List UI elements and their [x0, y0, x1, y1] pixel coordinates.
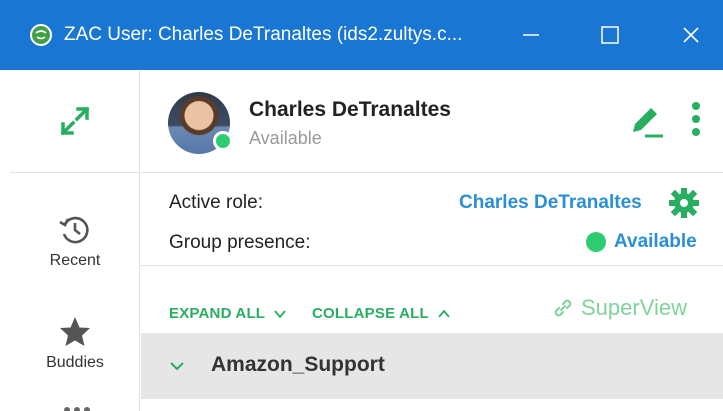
rail-item-recent[interactable]: Recent: [10, 212, 140, 270]
active-role-label: Active role:: [169, 192, 263, 213]
list-area: [141, 399, 723, 411]
superview-label: SuperView: [581, 295, 687, 320]
chevron-down-icon: [274, 309, 286, 318]
group-row[interactable]: Amazon_Support: [141, 333, 723, 399]
expand-view-button[interactable]: [10, 70, 140, 173]
expand-all-label: EXPAND ALL: [169, 305, 266, 322]
history-clock-icon: [59, 216, 89, 244]
gear-icon[interactable]: [667, 186, 701, 220]
rail-item-buddies[interactable]: Buddies: [10, 314, 140, 372]
role-section: Active role: Charles DeTranaltes Group p…: [141, 174, 723, 266]
close-icon: [683, 27, 699, 43]
more-dots-icon[interactable]: [62, 406, 92, 411]
collapse-all-button[interactable]: COLLAPSE ALL: [312, 305, 451, 322]
close-button[interactable]: [667, 14, 715, 56]
list-controls: EXPAND ALL COLLAPSE ALL SuperView: [141, 267, 723, 332]
profile-status: Available: [249, 128, 322, 148]
window-edge: [0, 70, 10, 411]
active-role-link[interactable]: Charles DeTranaltes: [459, 192, 642, 214]
group-presence-label: Group presence:: [169, 232, 311, 253]
group-name: Amazon_Support: [211, 353, 385, 376]
presence-dot: [586, 232, 606, 252]
star-icon: [60, 317, 90, 346]
rail-item-label: Recent: [49, 252, 101, 269]
left-rail: Recent Buddies: [10, 70, 140, 411]
minimize-icon: [523, 34, 539, 36]
chevron-up-icon: [438, 309, 450, 318]
collapse-all-label: COLLAPSE ALL: [312, 305, 429, 322]
rail-item-label: Buddies: [46, 354, 104, 371]
window-title: ZAC User: Charles DeTranaltes (ids2.zult…: [64, 24, 463, 45]
zac-logo-icon[interactable]: [30, 24, 52, 46]
link-icon: [554, 299, 572, 317]
profile-header: Charles DeTranaltes Available: [141, 70, 723, 173]
expand-all-button[interactable]: EXPAND ALL: [169, 305, 287, 322]
title-bar: ZAC User: Charles DeTranaltes (ids2.zult…: [0, 0, 723, 70]
expand-arrows-icon: [60, 106, 90, 136]
status-indicator: [213, 131, 233, 151]
vertical-dots-icon[interactable]: [681, 98, 711, 140]
minimize-button[interactable]: [507, 14, 555, 56]
maximize-icon: [601, 26, 619, 44]
group-presence-value[interactable]: Available: [614, 231, 697, 253]
profile-name: Charles DeTranaltes: [249, 98, 451, 121]
chevron-down-icon[interactable]: [169, 358, 185, 374]
superview-button[interactable]: SuperView: [551, 295, 687, 321]
maximize-button[interactable]: [586, 14, 634, 56]
edit-pencil-icon[interactable]: [625, 102, 665, 142]
